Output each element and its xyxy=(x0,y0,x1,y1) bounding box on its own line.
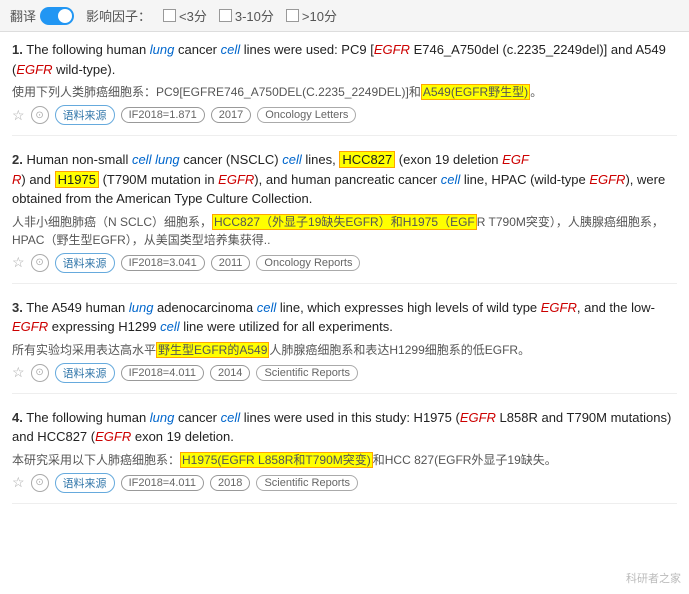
result-3-cell2: cell xyxy=(160,319,180,334)
result-item-1: 1. The following human lung cancer cell … xyxy=(12,40,677,136)
result-4-meta: ☆ ⊙ 语料来源 IF2018=4.011 2018 Scientific Re… xyxy=(12,473,677,493)
result-4-egfr1: EGFR xyxy=(460,410,496,425)
result-4-star[interactable]: ☆ xyxy=(12,474,25,491)
result-3-egfr1: EGFR xyxy=(541,300,577,315)
filter-less3[interactable]: <3分 xyxy=(163,6,207,25)
filter-less3-checkbox[interactable] xyxy=(163,9,176,22)
result-1-star[interactable]: ☆ xyxy=(12,107,25,124)
result-3-year: 2014 xyxy=(210,365,250,381)
filter-more10-checkbox[interactable] xyxy=(286,9,299,22)
result-2-english: 2. Human non-small cell lung cancer (NSC… xyxy=(12,150,677,209)
result-1-lung: lung xyxy=(150,42,175,57)
result-1-source-tag[interactable]: 语料来源 xyxy=(55,105,115,125)
result-item-2: 2. Human non-small cell lung cancer (NSC… xyxy=(12,150,677,284)
result-1-if: IF2018=1.871 xyxy=(121,107,205,123)
filter-3to10[interactable]: 3-10分 xyxy=(219,6,274,25)
translate-label: 翻译 xyxy=(10,6,36,25)
result-1-journal: Oncology Letters xyxy=(257,107,356,123)
result-2-star[interactable]: ☆ xyxy=(12,254,25,271)
result-2-egfr2: EGFR xyxy=(218,172,254,187)
result-3-lung: lung xyxy=(129,300,154,315)
filter-more10[interactable]: >10分 xyxy=(286,6,337,25)
result-4-cell: cell xyxy=(221,410,241,425)
translate-toggle-container[interactable]: 翻译 xyxy=(10,6,74,25)
result-2-cell-lung: cell lung xyxy=(132,152,180,167)
result-2-h1975: H1975 xyxy=(55,171,99,188)
result-3-journal: Scientific Reports xyxy=(256,365,358,381)
result-4-year: 2018 xyxy=(210,475,250,491)
result-2-cell: cell xyxy=(282,152,302,167)
result-3-number: 3. xyxy=(12,300,23,315)
result-2-chinese: 人非小细胞肺癌（N SCLC）细胞系，HCC827（外显子19缺失EGFR）和H… xyxy=(12,213,677,249)
result-2-hcc827: HCC827 xyxy=(339,151,395,168)
result-1-year: 2017 xyxy=(211,107,251,123)
result-1-circle[interactable]: ⊙ xyxy=(31,106,49,124)
result-1-egfr1: EGFR xyxy=(374,42,410,57)
result-3-circle[interactable]: ⊙ xyxy=(31,364,49,382)
result-2-year: 2011 xyxy=(211,255,251,271)
result-2-if: IF2018=3.041 xyxy=(121,255,205,271)
result-4-highlight: H1975(EGFR L858R和T790M突变) xyxy=(180,452,373,468)
result-4-chinese: 本研究采用以下人肺癌细胞系：H1975(EGFR L858R和T790M突变)和… xyxy=(12,451,677,469)
watermark: 科研者之家 xyxy=(626,570,681,586)
top-bar: 翻译 影响因子： <3分 3-10分 >10分 xyxy=(0,0,689,32)
result-3-egfr2: EGFR xyxy=(12,319,48,334)
result-4-english: 4. The following human lung cancer cell … xyxy=(12,408,677,447)
result-4-if: IF2018=4.011 xyxy=(121,475,204,491)
result-3-if: IF2018=4.011 xyxy=(121,365,204,381)
result-4-lung: lung xyxy=(150,410,175,425)
result-1-meta: ☆ ⊙ 语料来源 IF2018=1.871 2017 Oncology Lett… xyxy=(12,105,677,125)
result-3-star[interactable]: ☆ xyxy=(12,364,25,381)
result-4-egfr2: EGFR xyxy=(95,429,131,444)
result-1-cell: cell xyxy=(221,42,241,57)
result-item-3: 3. The A549 human lung adenocarcinoma ce… xyxy=(12,298,677,394)
translate-toggle[interactable] xyxy=(40,7,74,25)
result-1-highlight: A549(EGFR野生型) xyxy=(421,84,530,100)
result-2-journal: Oncology Reports xyxy=(256,255,360,271)
impact-label: 影响因子： xyxy=(86,6,151,25)
result-4-source-tag[interactable]: 语料来源 xyxy=(55,473,115,493)
result-1-english: 1. The following human lung cancer cell … xyxy=(12,40,677,79)
result-2-cell2: cell xyxy=(441,172,461,187)
result-1-number: 1. xyxy=(12,42,23,57)
results-area: 1. The following human lung cancer cell … xyxy=(0,32,689,526)
result-3-meta: ☆ ⊙ 语料来源 IF2018=4.011 2014 Scientific Re… xyxy=(12,363,677,383)
filter-3to10-checkbox[interactable] xyxy=(219,9,232,22)
result-3-source-tag[interactable]: 语料来源 xyxy=(55,363,115,383)
result-1-egfr2: EGFR xyxy=(16,62,52,77)
result-2-egfr3: EGFR xyxy=(589,172,625,187)
result-4-circle[interactable]: ⊙ xyxy=(31,474,49,492)
result-item-4: 4. The following human lung cancer cell … xyxy=(12,408,677,504)
result-2-meta: ☆ ⊙ 语料来源 IF2018=3.041 2011 Oncology Repo… xyxy=(12,253,677,273)
result-2-circle[interactable]: ⊙ xyxy=(31,254,49,272)
result-3-cell: cell xyxy=(257,300,277,315)
result-2-highlight: HCC827（外显子19缺失EGFR）和H1975（EGF xyxy=(212,214,477,230)
result-3-highlight: 野生型EGFR的A549 xyxy=(156,342,269,358)
result-3-english: 3. The A549 human lung adenocarcinoma ce… xyxy=(12,298,677,337)
result-1-chinese: 使用下列人类肺癌细胞系：PC9[EGFRE746_A750DEL(C.2235_… xyxy=(12,83,677,101)
result-4-journal: Scientific Reports xyxy=(256,475,358,491)
result-2-source-tag[interactable]: 语料来源 xyxy=(55,253,115,273)
result-3-chinese: 所有实验均采用表达高水平野生型EGFR的A549人肺腺癌细胞系和表达H1299细… xyxy=(12,341,677,359)
result-4-number: 4. xyxy=(12,410,23,425)
result-2-number: 2. xyxy=(12,152,23,167)
